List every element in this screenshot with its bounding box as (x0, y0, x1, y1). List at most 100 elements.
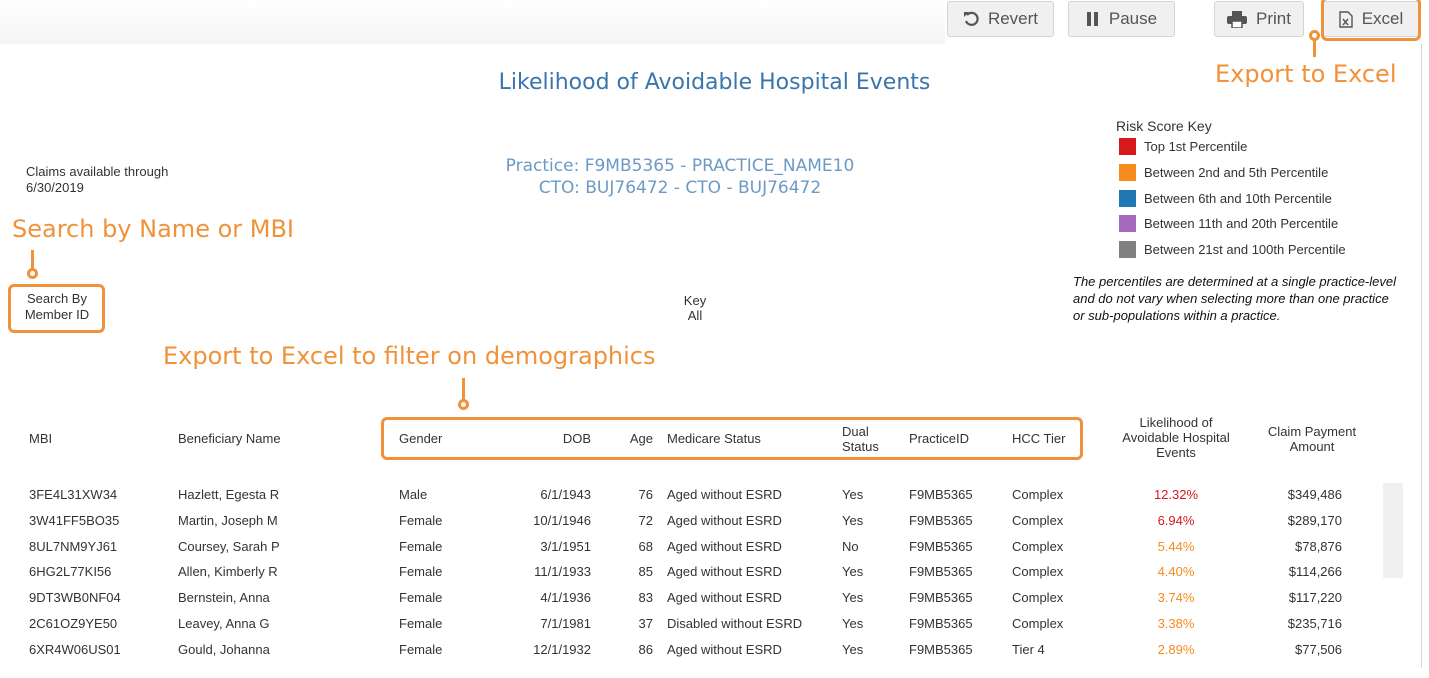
print-label: Print (1256, 9, 1291, 28)
cell-likelihood: 3.38% (1157, 616, 1195, 631)
cell-likelihood: 3.74% (1157, 590, 1195, 606)
cell-name[interactable]: Bernstein, Anna (178, 590, 270, 605)
cell-medicare: Aged without ESRD (667, 564, 782, 580)
swatch-red (1119, 138, 1136, 155)
demographics-callout-dot (458, 399, 469, 410)
cell-dob: 6/1/1943 (540, 487, 591, 502)
table-scrollbar[interactable] (1383, 483, 1403, 578)
cell-gender: Female (399, 564, 443, 580)
cell-age: 72 (638, 512, 653, 528)
pause-icon (1086, 11, 1100, 27)
percentile-note: The percentiles are determined at a sing… (1073, 274, 1397, 323)
cell-age: 83 (638, 590, 653, 606)
report-right-border (1421, 44, 1422, 668)
cell-hcc: Complex (1012, 616, 1064, 631)
header-claim-line2: Amount (1289, 439, 1335, 454)
cell-claim: $114,266 (1288, 564, 1342, 580)
cell-hcc: Complex (1012, 487, 1064, 502)
header-claim-line1: Claim Payment (1267, 424, 1357, 439)
cell-practice: F9MB5365 (909, 538, 973, 554)
cell-gender: Female (399, 538, 443, 554)
practice-line: Practice: F9MB5365 - PRACTICE_NAME10 (505, 156, 855, 176)
cell-mbi[interactable]: 3FE4L31XW34 (29, 487, 117, 502)
toolbar-background (0, 0, 945, 44)
header-gender[interactable]: Gender (399, 431, 442, 446)
cell-mbi[interactable]: 3W41FF5BO35 (29, 513, 119, 528)
cell-mbi[interactable]: 2C61OZ9YE50 (29, 616, 117, 631)
header-status-line: Status (842, 439, 879, 454)
cell-dual: Yes (842, 487, 864, 502)
risk-key-item: Between 11th and 20th Percentile (1119, 215, 1338, 232)
cell-gender: Female (399, 512, 443, 528)
cell-dob: 11/1/1933 (534, 564, 591, 580)
cell-medicare: Aged without ESRD (667, 538, 782, 554)
cell-mbi[interactable]: 9DT3WB0NF04 (29, 590, 121, 605)
cell-age: 37 (638, 616, 653, 631)
demographics-annotation: Export to Excel to filter on demographic… (163, 342, 656, 370)
risk-key-label: Between 11th and 20th Percentile (1144, 216, 1339, 231)
pause-button[interactable]: Pause (1068, 1, 1175, 37)
cell-age: 76 (638, 487, 653, 502)
header-claim-payment[interactable]: Claim Payment Amount (1250, 424, 1374, 454)
cell-name[interactable]: Hazlett, Egesta R (178, 487, 279, 502)
cell-age: 86 (638, 641, 653, 657)
revert-icon (963, 11, 979, 27)
cell-dual: Yes (842, 616, 864, 631)
claims-date: 6/30/2019 (26, 180, 84, 195)
cell-mbi[interactable]: 6HG2L77KI56 (29, 564, 111, 579)
cell-practice: F9MB5365 (909, 564, 973, 580)
risk-key-label: Between 2nd and 5th Percentile (1144, 165, 1329, 180)
risk-key-label: Between 6th and 10th Percentile (1144, 191, 1332, 206)
swatch-purple (1119, 215, 1136, 232)
cell-practice: F9MB5365 (909, 641, 973, 657)
search-filter-label: Search By (27, 291, 87, 306)
risk-key-label: Between 21st and 100th Percentile (1144, 242, 1346, 257)
cell-gender: Male (399, 487, 428, 502)
header-age[interactable]: Age (620, 431, 653, 446)
header-mbi[interactable]: MBI (29, 431, 52, 446)
cell-hcc: Complex (1012, 512, 1064, 528)
key-filter-value: All (687, 308, 703, 323)
search-filter-value: Member ID (24, 307, 90, 322)
cell-name[interactable]: Coursey, Sarah P (178, 539, 280, 554)
cell-name[interactable]: Leavey, Anna G (178, 616, 270, 631)
cell-claim: $289,170 (1287, 512, 1342, 528)
search-annotation: Search by Name or MBI (12, 215, 295, 243)
claims-label: Claims available through (26, 164, 169, 179)
print-button[interactable]: Print (1214, 1, 1304, 37)
cell-dual: Yes (842, 590, 864, 606)
excel-callout-stem (1313, 40, 1316, 57)
search-callout-dot (27, 268, 38, 279)
cell-dob: 10/1/1946 (533, 512, 591, 528)
cell-name[interactable]: Gould, Johanna (178, 642, 270, 657)
revert-label: Revert (987, 9, 1039, 28)
cell-claim: $349,486 (1287, 487, 1342, 502)
cell-hcc: Tier 4 (1012, 641, 1045, 657)
cell-dob: 7/1/1981 (540, 616, 591, 631)
cell-mbi[interactable]: 8UL7NM9YJ61 (29, 539, 117, 554)
key-filter[interactable]: Key All (660, 293, 730, 323)
header-medicare-status[interactable]: Medicare Status (667, 431, 761, 446)
demographics-callout-stem (462, 378, 465, 400)
header-dob[interactable]: DOB (530, 431, 591, 446)
cell-name[interactable]: Allen, Kimberly R (178, 564, 278, 579)
header-dual-status[interactable]: Dual Status (842, 424, 879, 454)
search-callout-stem (31, 250, 34, 270)
pause-label: Pause (1108, 9, 1158, 28)
cto-line: CTO: BUJ76472 - CTO - BUJ76472 (538, 178, 822, 198)
revert-button[interactable]: Revert (947, 1, 1054, 37)
claims-info: Claims available through 6/30/2019 (26, 164, 168, 196)
header-likelihood[interactable]: Likelihood of Avoidable Hospital Events (1106, 415, 1246, 460)
header-likelihood-line2: Avoidable Hospital (1122, 430, 1230, 445)
header-beneficiary-name[interactable]: Beneficiary Name (178, 431, 281, 446)
cell-medicare: Aged without ESRD (667, 512, 782, 528)
cell-medicare: Aged without ESRD (667, 641, 782, 657)
cell-gender: Female (399, 641, 443, 657)
header-hcc-tier[interactable]: HCC Tier (1012, 431, 1065, 446)
header-practice-id[interactable]: PracticeID (909, 431, 969, 446)
cell-name[interactable]: Martin, Joseph M (178, 513, 278, 528)
header-dual-line: Dual (842, 424, 869, 439)
cell-mbi[interactable]: 6XR4W06US01 (29, 642, 121, 657)
cell-medicare: Aged without ESRD (667, 487, 782, 502)
risk-key-item: Between 21st and 100th Percentile (1119, 241, 1346, 258)
